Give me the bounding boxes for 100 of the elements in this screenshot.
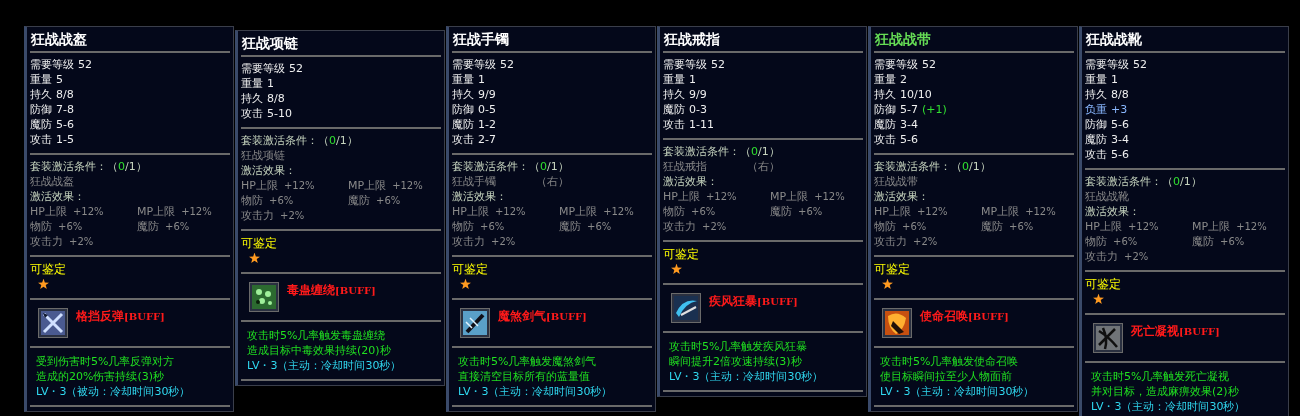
effect-value: +12%	[1025, 205, 1056, 219]
effect-label: 魔防	[559, 219, 581, 234]
effect-value: +6%	[1113, 235, 1138, 249]
stat-label: 攻击	[452, 132, 474, 147]
effect-label: HP上限	[1085, 219, 1122, 234]
stat-bonus: (+1)	[921, 102, 947, 117]
skill-name: 疾风狂暴	[709, 294, 757, 308]
set-condition-label: 套装激活条件：	[452, 160, 529, 173]
identify-label: 可鉴定	[1085, 276, 1122, 292]
stat-label: 重量	[874, 72, 896, 87]
stat-value: 8/8	[267, 91, 285, 106]
skill-description: 攻击时5%几率触发魔煞剑气	[458, 354, 598, 369]
effects-label: 激活效果：	[663, 174, 719, 189]
stat-label: 重量	[1085, 72, 1107, 87]
effect-value: +2%	[491, 235, 516, 249]
set-progress: （0/1）	[318, 134, 358, 147]
set-progress: （0/1）	[740, 145, 780, 158]
item-title: 狂战战带	[874, 30, 932, 49]
stat-label: 需要等级	[452, 57, 496, 72]
effect-value: +6%	[58, 220, 83, 234]
set-piece-slot: （右）	[747, 159, 780, 174]
effect-value: +12%	[814, 190, 845, 204]
stat-label: 持久	[241, 91, 263, 106]
effect-value: +2%	[69, 235, 94, 249]
identify-label: 可鉴定	[874, 261, 911, 277]
effect-value: +6%	[1009, 220, 1034, 234]
skill-name: 使命召唤	[920, 309, 968, 323]
flame-hand-icon	[882, 308, 912, 338]
skill-description: 并对目标，造成麻痹效果(2)秒	[1091, 384, 1240, 399]
stat-label: 防御	[452, 102, 474, 117]
effect-label: 攻击力	[874, 234, 907, 249]
effects-label: 激活效果：	[1085, 204, 1141, 219]
stat-value: 52	[78, 57, 92, 72]
effect-label: MP上限	[137, 204, 176, 219]
skill-description: 直接清空目标所有的蓝量值	[458, 369, 591, 384]
stat-label: 重量	[452, 72, 474, 87]
stat-label: 攻击	[30, 132, 52, 147]
buff-tag: [BUFF]	[1179, 326, 1220, 337]
effects-label: 激活效果：	[30, 189, 86, 204]
stat-value: 52	[500, 57, 514, 72]
effect-label: 攻击力	[663, 219, 696, 234]
effect-value: +6%	[587, 220, 612, 234]
skill-level: LV・3（主动：冷却时间30秒）	[669, 369, 825, 384]
stat-label: 防御	[1085, 117, 1107, 132]
set-piece-name: 狂战战盔	[30, 174, 74, 189]
identify-label: 可鉴定	[241, 235, 278, 251]
effect-label: MP上限	[981, 204, 1020, 219]
stat-label: 魔防	[874, 117, 896, 132]
set-progress: （0/1）	[107, 160, 147, 173]
set-piece-name: 狂战项链	[241, 148, 285, 163]
stat-label: 防御	[30, 102, 52, 117]
stat-value: 9/9	[478, 87, 496, 102]
effect-value: +12%	[494, 205, 526, 219]
stat-value: 8/8	[1111, 87, 1129, 102]
stat-value: 0-3	[689, 102, 707, 117]
effect-label: 攻击力	[241, 208, 274, 223]
identify-label: 可鉴定	[663, 246, 700, 262]
effects-label: 激活效果：	[241, 163, 297, 178]
stat-label: 负重	[1085, 102, 1107, 117]
stat-label: 持久	[452, 87, 474, 102]
stat-value: 5-10	[267, 106, 292, 121]
effect-label: MP上限	[559, 204, 598, 219]
skill-name: 格挡反弹	[76, 309, 124, 323]
effect-label: 物防	[663, 204, 685, 219]
effect-label: HP上限	[874, 204, 911, 219]
stat-value: 5-6	[56, 117, 74, 132]
effect-value: +12%	[603, 205, 634, 219]
stat-value: 5-6	[900, 132, 918, 147]
effect-value: +12%	[72, 205, 104, 219]
effect-value: +12%	[283, 179, 315, 193]
effect-value: +12%	[181, 205, 212, 219]
skill-name: 毒蛊缠绕	[287, 283, 335, 297]
dark-claw-icon	[1093, 323, 1123, 353]
stat-value: 1	[689, 72, 696, 87]
stat-label: 持久	[874, 87, 896, 102]
skill-level: LV・3（主动：冷却时间30秒）	[1091, 399, 1247, 414]
stat-label: 持久	[663, 87, 685, 102]
item-title: 狂战战盔	[30, 30, 88, 49]
stat-value: 1	[1111, 72, 1118, 87]
stat-value: 52	[711, 57, 725, 72]
effect-label: HP上限	[241, 178, 278, 193]
stat-value: 10/10	[900, 87, 932, 102]
stat-label: 攻击	[1085, 147, 1107, 162]
effect-value: +12%	[392, 179, 423, 193]
stat-label: 重量	[663, 72, 685, 87]
set-condition-label: 套装激活条件：	[1085, 175, 1162, 188]
stat-value: 52	[922, 57, 936, 72]
stat-value: 1-11	[689, 117, 714, 132]
set-condition-label: 套装激活条件：	[874, 160, 951, 173]
stat-value: 5-6	[1111, 117, 1129, 132]
effect-value: +6%	[376, 194, 401, 208]
stat-value: 2	[900, 72, 907, 87]
stat-label: 需要等级	[874, 57, 918, 72]
skill-level: LV・3（主动：冷却时间30秒）	[247, 358, 403, 373]
stat-label: 需要等级	[30, 57, 74, 72]
effect-label: 魔防	[981, 219, 1003, 234]
skill-name: 死亡凝视	[1131, 324, 1179, 338]
effect-value: +2%	[913, 235, 938, 249]
crossed-swords-icon	[38, 308, 68, 338]
stat-label: 魔防	[452, 117, 474, 132]
